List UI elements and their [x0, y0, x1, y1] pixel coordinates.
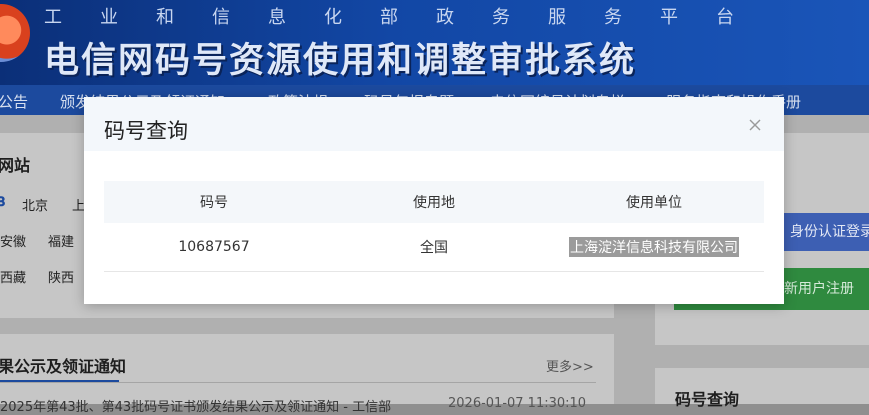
news-divider [0, 382, 596, 383]
city-link[interactable]: 西藏 [0, 267, 26, 286]
nav-item-notice[interactable]: 公告 [0, 91, 28, 112]
dialog-header: 码号查询 [84, 97, 784, 151]
city-link[interactable]: 陕西 [48, 267, 74, 286]
number-query-dialog: 码号查询 码号 使用地 使用单位 10687567 全国 上海淀洋信息科技有限公… [84, 97, 784, 304]
site-banner: 工业和信息化部政务服务平台 电信网码号资源使用和调整审批系统 [0, 0, 869, 85]
table-row: 10687567 全国 上海淀洋信息科技有限公司 [104, 223, 764, 272]
map-pin-icon: 𝐁 [0, 195, 6, 210]
news-item[interactable]: 2025年第43批、第43批码号证书颁发结果公示及领证通知 - 工信部 [0, 396, 391, 415]
close-icon[interactable] [747, 117, 763, 133]
news-panel-title: 果公示及领证通知 [0, 357, 127, 376]
city-link[interactable]: 安徽 [0, 231, 26, 250]
column-header-unit: 使用单位 [626, 195, 682, 211]
city-link[interactable]: 福建 [48, 231, 74, 250]
dialog-title: 码号查询 [104, 119, 188, 143]
query-result-table: 码号 使用地 使用单位 10687567 全国 上海淀洋信息科技有限公司 [104, 181, 764, 272]
sites-panel-title: 网站 [0, 156, 31, 175]
identity-login-button[interactable]: 身份认证登录 [782, 213, 869, 251]
column-header-location: 使用地 [413, 195, 455, 211]
selected-unit-text[interactable]: 上海淀洋信息科技有限公司 [569, 237, 739, 257]
more-link[interactable]: 更多>> [546, 356, 594, 375]
cell-unit: 上海淀洋信息科技有限公司 [544, 223, 764, 271]
logo-icon [0, 4, 30, 62]
city-link[interactable]: 北京 [22, 195, 48, 214]
banner-subtitle: 工业和信息化部政务服务平台 [44, 7, 772, 28]
column-header-number: 码号 [200, 195, 228, 211]
cell-number: 10687567 [178, 239, 250, 255]
banner-title: 电信网码号资源使用和调整审批系统 [44, 40, 637, 81]
table-header: 码号 使用地 使用单位 [104, 181, 764, 223]
query-panel-title: 码号查询 [675, 390, 740, 409]
cell-location: 全国 [420, 240, 448, 256]
